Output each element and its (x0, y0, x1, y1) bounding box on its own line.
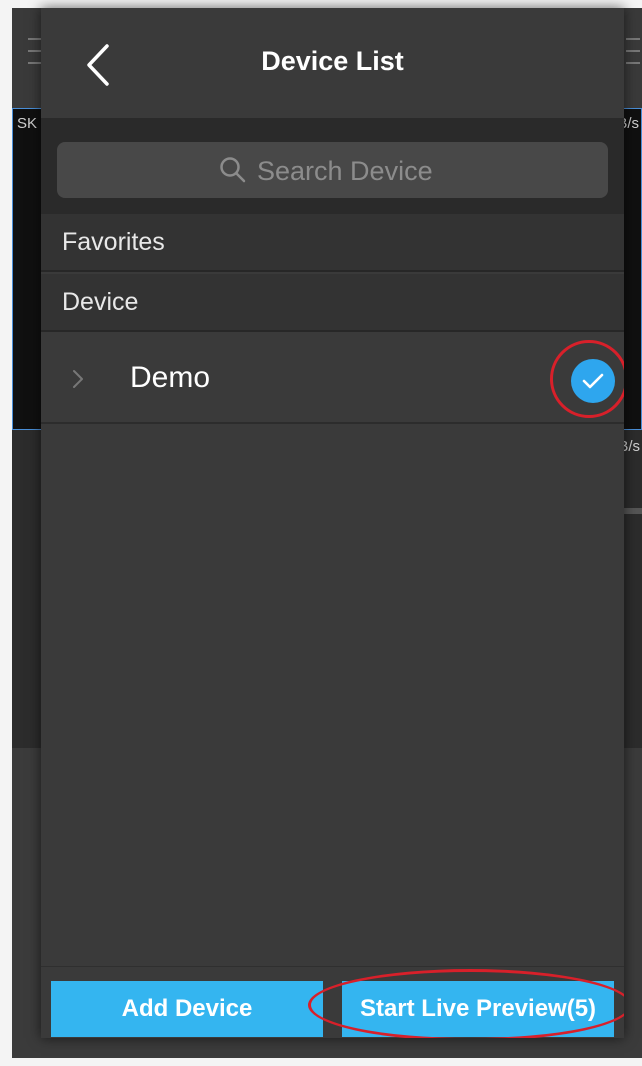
favorites-label: Favorites (62, 228, 165, 256)
search-input[interactable] (255, 150, 559, 192)
add-device-button[interactable]: Add Device (51, 981, 323, 1037)
search-icon (220, 157, 246, 183)
start-live-preview-button[interactable]: Start Live Preview(5) (342, 981, 614, 1037)
list-icon (626, 38, 640, 68)
chevron-right-icon[interactable] (71, 368, 85, 390)
favorites-row[interactable]: Favorites (41, 214, 624, 272)
device-section-header: Device (41, 274, 624, 332)
device-select-checkbox[interactable] (571, 359, 615, 403)
menu-icon (28, 38, 42, 68)
device-list-panel: Device List Favorites Device Demo (41, 8, 624, 1038)
device-list-item[interactable]: Demo (41, 334, 624, 424)
screen: SK B/s B/s Device List Search Device Fav… (0, 0, 642, 1066)
check-icon (582, 373, 604, 389)
page-title: Device List (261, 46, 404, 76)
device-name: Demo (130, 361, 211, 394)
list-empty-area (41, 424, 624, 966)
panel-footer: Add Device Start Live Preview(5) (41, 966, 624, 1038)
panel-header: Device List (41, 8, 624, 118)
background-divider (622, 508, 642, 514)
search-bar-container (41, 118, 624, 214)
channel-label: SK (17, 115, 38, 132)
device-section-label: Device (62, 288, 139, 316)
search-box[interactable] (57, 142, 608, 198)
